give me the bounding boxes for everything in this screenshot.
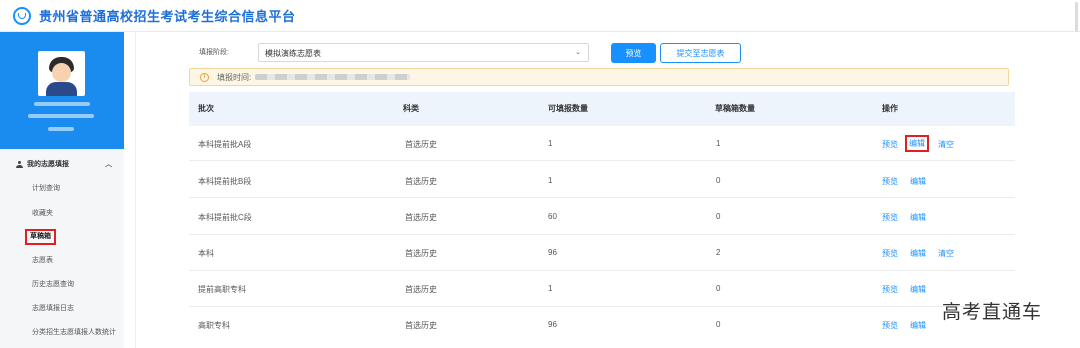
row-preview-link[interactable]: 预览	[882, 320, 898, 331]
col-available: 可填报数量	[548, 104, 588, 113]
stage-select-value: 模拟演练志愿表	[265, 49, 321, 58]
info-icon: i	[200, 72, 209, 82]
row-edit-link[interactable]: 编辑	[910, 176, 926, 187]
divider	[135, 32, 136, 348]
col-batch: 批次	[198, 104, 214, 113]
chevron-down-icon: ⌄	[575, 49, 581, 56]
row-preview-link[interactable]: 预览	[882, 212, 898, 223]
row-edit-link[interactable]: 编辑	[910, 212, 926, 223]
fill-time-notice: i 填报时间:	[189, 68, 1009, 86]
sidebar-item-plan-query[interactable]: 计划查询	[32, 184, 60, 194]
cell-batch: 本科提前批A段	[198, 140, 252, 149]
cell-available: 1	[548, 176, 553, 185]
sidebar-item-favorites[interactable]: 收藏夹	[32, 209, 53, 219]
row-clear-link[interactable]: 清空	[938, 248, 954, 259]
col-draft: 草稿箱数量	[715, 104, 755, 113]
cell-category: 首选历史	[405, 213, 437, 222]
row-edit-link[interactable]: 编辑	[910, 248, 926, 259]
col-category: 科类	[403, 104, 419, 113]
fill-time-label: 填报时间:	[217, 72, 252, 82]
col-actions: 操作	[882, 104, 898, 113]
cell-batch: 本科提前批B段	[198, 177, 252, 186]
stage-select[interactable]: 模拟演练志愿表 ⌄	[258, 43, 589, 62]
cell-draft: 0	[716, 320, 721, 329]
scrollbar[interactable]	[1075, 2, 1078, 32]
profile-id-redacted	[28, 114, 94, 118]
avatar	[38, 51, 85, 96]
cell-category: 首选历史	[405, 285, 437, 294]
cell-available: 96	[548, 248, 557, 257]
cell-category: 首选历史	[405, 321, 437, 330]
watermark: 高考直通车	[942, 301, 1043, 323]
row-clear-link[interactable]: 清空	[938, 139, 954, 150]
profile-name-redacted	[34, 102, 90, 106]
row-edit-link[interactable]: 编辑	[905, 135, 929, 152]
menu-group-header[interactable]: 我的志愿填报 ︿	[0, 154, 124, 174]
menu-group-label: 我的志愿填报	[27, 161, 69, 168]
sidebar-item-drafts[interactable]: 草稿箱	[25, 229, 56, 245]
profile-extra-redacted	[48, 127, 74, 131]
cell-category: 首选历史	[405, 249, 437, 258]
cell-batch: 高职专科	[198, 321, 230, 330]
row-divider	[189, 197, 1015, 198]
row-edit-link[interactable]: 编辑	[910, 284, 926, 295]
cell-draft: 0	[716, 284, 721, 293]
stage-label: 填报阶段:	[199, 49, 229, 56]
cell-batch: 提前高职专科	[198, 285, 246, 294]
row-divider	[189, 234, 1015, 235]
row-divider	[189, 160, 1015, 161]
profile-card	[0, 32, 124, 149]
cell-available: 1	[548, 139, 553, 148]
cell-draft: 0	[716, 212, 721, 221]
circle-logo-icon	[13, 6, 31, 25]
row-preview-link[interactable]: 预览	[882, 176, 898, 187]
fill-time-redacted	[255, 74, 411, 80]
app-title: 贵州省普通高校招生考试考生综合信息平台	[39, 9, 296, 24]
submit-to-table-button[interactable]: 提交至志愿表	[660, 43, 741, 63]
cell-category: 首选历史	[405, 140, 437, 149]
sidebar: 我的志愿填报 ︿	[0, 32, 124, 348]
preview-button[interactable]: 预览	[611, 43, 656, 63]
row-preview-link[interactable]: 预览	[882, 248, 898, 259]
cell-draft: 0	[716, 176, 721, 185]
cell-category: 首选历史	[405, 177, 437, 186]
row-preview-link[interactable]: 预览	[882, 284, 898, 295]
cell-batch: 本科提前批C段	[198, 213, 252, 222]
sidebar-item-history-query[interactable]: 历史志愿查询	[32, 280, 74, 290]
top-bar: 贵州省普通高校招生考试考生综合信息平台	[0, 0, 1080, 32]
cell-available: 96	[548, 320, 557, 329]
chevron-up-icon: ︿	[105, 161, 112, 168]
cell-available: 1	[548, 284, 553, 293]
cell-available: 60	[548, 212, 557, 221]
sidebar-item-log[interactable]: 志愿填报日志	[32, 304, 74, 314]
user-icon	[16, 160, 23, 168]
row-divider	[189, 270, 1015, 271]
row-edit-link[interactable]: 编辑	[910, 320, 926, 331]
row-divider	[189, 306, 1015, 307]
cell-draft: 1	[716, 139, 721, 148]
sidebar-item-stats[interactable]: 分类招生志愿填报人数统计	[32, 328, 117, 338]
cell-batch: 本科	[198, 249, 214, 258]
row-preview-link[interactable]: 预览	[882, 139, 898, 150]
cell-draft: 2	[716, 248, 721, 257]
sidebar-item-volunteer-table[interactable]: 志愿表	[32, 256, 53, 266]
